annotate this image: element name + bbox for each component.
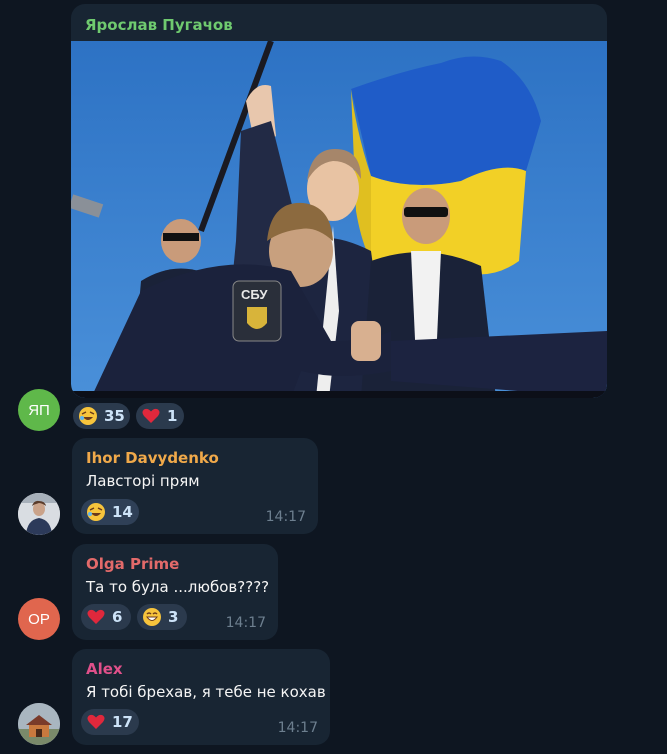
message-text: Лавсторі прям [86, 472, 200, 490]
reaction-rofl[interactable]: 14 [81, 499, 139, 525]
avatar[interactable]: OP [18, 598, 60, 640]
message-bubble[interactable]: Olga Prime Та то була ...любов???? 6 3 1… [72, 544, 278, 640]
chat-history: Ярослав Пугачов СБУ ЯП 35 1 Ihor Davyden… [0, 0, 667, 754]
message-bubble-photo[interactable]: Ярослав Пугачов СБУ [71, 4, 607, 398]
avatar[interactable] [18, 703, 60, 745]
reaction-heart[interactable]: 17 [81, 709, 139, 735]
avatar[interactable]: ЯП [18, 389, 60, 431]
heart-emoji-icon [86, 712, 106, 732]
avatar-initials: ЯП [28, 401, 50, 419]
reaction-count: 3 [168, 608, 179, 626]
rofl-emoji-icon [78, 406, 98, 426]
message-photo[interactable]: СБУ [71, 41, 607, 398]
message-time: 14:17 [265, 509, 306, 525]
reaction-heart[interactable]: 6 [81, 604, 131, 630]
avatar-photo [18, 493, 60, 535]
message-bubble[interactable]: Ihor Davydenko Лавсторі прям 14 14:17 [72, 438, 318, 534]
avatar[interactable] [18, 493, 60, 535]
avatar-initials: OP [28, 610, 50, 628]
reaction-heart[interactable]: 1 [136, 403, 184, 429]
svg-text:СБУ: СБУ [241, 287, 268, 302]
message-time: 14:17 [225, 615, 266, 631]
reaction-count: 14 [112, 503, 133, 521]
reaction-rofl[interactable]: 35 [73, 403, 130, 429]
message-sender-name[interactable]: Ярослав Пугачов [85, 16, 233, 34]
heart-emoji-icon [86, 607, 106, 627]
reaction-count: 6 [112, 608, 123, 626]
message-time: 14:17 [277, 720, 318, 736]
message-text: Та то була ...любов???? [86, 578, 270, 596]
reaction-count: 1 [167, 407, 178, 425]
reaction-count: 17 [112, 713, 133, 731]
avatar-photo [18, 703, 60, 745]
grin-emoji-icon [142, 607, 162, 627]
message-text: Я тобі брехав, я тебе не кохав [86, 683, 326, 701]
reaction-count: 35 [104, 407, 125, 425]
message-bubble[interactable]: Alex Я тобі брехав, я тебе не кохав 17 1… [72, 649, 330, 745]
heart-emoji-icon [141, 406, 161, 426]
message-sender-name[interactable]: Olga Prime [86, 555, 179, 573]
message-sender-name[interactable]: Ihor Davydenko [86, 449, 219, 467]
message-sender-name[interactable]: Alex [86, 660, 123, 678]
reaction-grin[interactable]: 3 [137, 604, 187, 630]
rofl-emoji-icon [86, 502, 106, 522]
